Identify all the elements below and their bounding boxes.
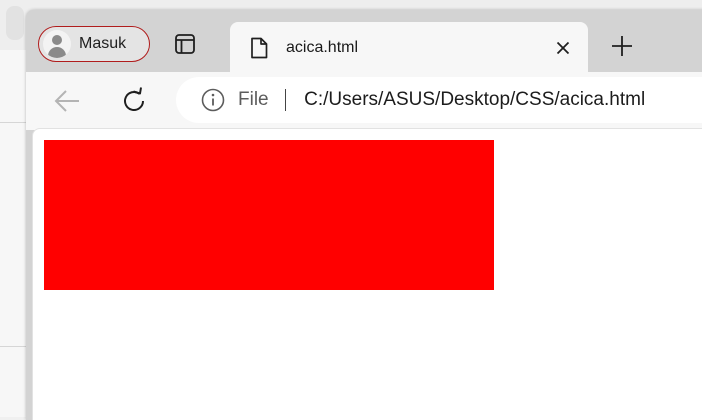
profile-label: Masuk [79, 35, 127, 52]
tab-title: acica.html [286, 39, 359, 56]
reload-icon [124, 87, 144, 111]
address-divider [284, 89, 287, 111]
tab-strip: Masuk acica.html [26, 10, 702, 74]
scheme-label: File [238, 89, 269, 110]
background-divider [0, 122, 26, 123]
back-button[interactable] [52, 86, 82, 116]
address-bar[interactable]: File C:/Users/ASUS/Desktop/CSS/acica.htm… [176, 77, 702, 123]
tab-active[interactable]: acica.html [230, 22, 588, 74]
background-divider [0, 346, 26, 347]
background-window-control [6, 6, 24, 40]
toolbar: File C:/Users/ASUS/Desktop/CSS/acica.htm… [26, 72, 702, 130]
plus-icon [612, 36, 632, 56]
close-icon [556, 41, 570, 55]
tab-actions-button[interactable] [172, 31, 198, 57]
tab-actions-icon [175, 34, 195, 54]
page-viewport [32, 128, 702, 420]
profile-button[interactable]: Masuk [38, 26, 150, 62]
back-arrow-icon [54, 90, 79, 112]
tab-close-button[interactable] [550, 35, 576, 61]
avatar-icon [43, 30, 71, 58]
reload-button[interactable] [118, 85, 150, 117]
browser-window: Masuk acica.html File C:/Users/ASUS/Desk… [26, 10, 702, 420]
file-icon [248, 35, 270, 61]
info-icon[interactable] [200, 87, 226, 113]
new-tab-button[interactable] [608, 32, 636, 60]
red-box [44, 140, 494, 290]
url-text[interactable]: C:/Users/ASUS/Desktop/CSS/acica.html [304, 89, 645, 111]
